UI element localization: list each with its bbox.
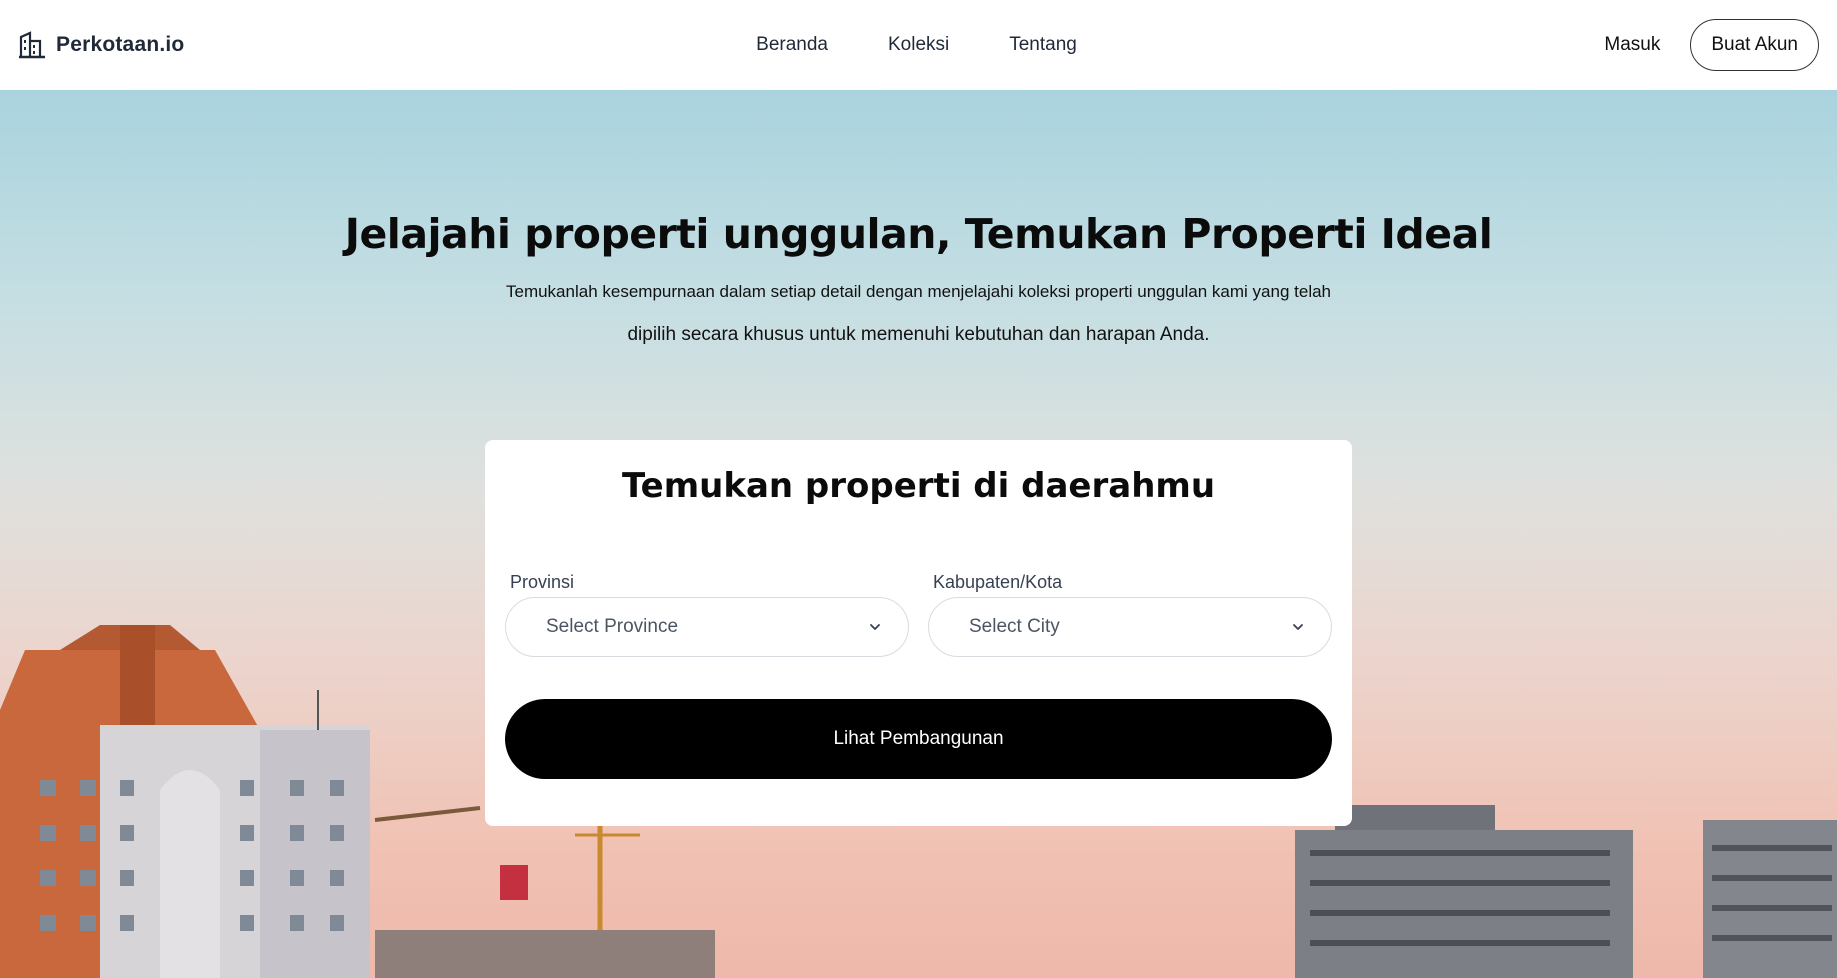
province-field: Provinsi Select Province xyxy=(505,572,909,657)
chevron-down-icon xyxy=(1293,624,1303,630)
city-label: Kabupaten/Kota xyxy=(933,572,1063,592)
city-select-value: Select City xyxy=(969,616,1060,637)
building-icon xyxy=(19,31,45,59)
login-link[interactable]: Masuk xyxy=(1604,34,1660,56)
property-search-card: Temukan properti di daerahmu Provinsi Se… xyxy=(485,440,1352,826)
city-select[interactable]: Select City xyxy=(928,597,1332,657)
main-nav: Beranda Koleksi Tentang xyxy=(0,0,1837,90)
hero-section: Jelajahi properti unggulan, Temukan Prop… xyxy=(0,90,1837,978)
hero-subtitle-line-2: dipilih secara khusus untuk memenuhi keb… xyxy=(627,324,1210,345)
brand-logo[interactable]: Perkotaan.io xyxy=(18,31,184,59)
brand-name: Perkotaan.io xyxy=(56,33,185,56)
chevron-down-icon xyxy=(870,624,880,630)
province-label: Provinsi xyxy=(510,572,575,592)
hero-title: Jelajahi properti unggulan, Temukan Prop… xyxy=(344,210,1493,258)
signup-button[interactable]: Buat Akun xyxy=(1690,19,1819,71)
search-card-title: Temukan properti di daerahmu xyxy=(621,466,1216,506)
hero-subtitle-line-1: Temukanlah kesempurnaan dalam setiap det… xyxy=(505,282,1331,301)
province-select-value: Select Province xyxy=(546,616,679,637)
nav-link-beranda[interactable]: Beranda xyxy=(756,34,828,56)
province-select[interactable]: Select Province xyxy=(505,597,909,657)
auth-actions: Masuk Buat Akun xyxy=(1604,19,1819,71)
nav-link-tentang[interactable]: Tentang xyxy=(1009,34,1077,56)
view-developments-button[interactable]: Lihat Pembangunan xyxy=(505,699,1332,779)
navbar: Perkotaan.io Beranda Koleksi Tentang Mas… xyxy=(0,0,1837,90)
city-field: Kabupaten/Kota Select City xyxy=(928,572,1332,657)
nav-link-koleksi[interactable]: Koleksi xyxy=(888,34,949,56)
